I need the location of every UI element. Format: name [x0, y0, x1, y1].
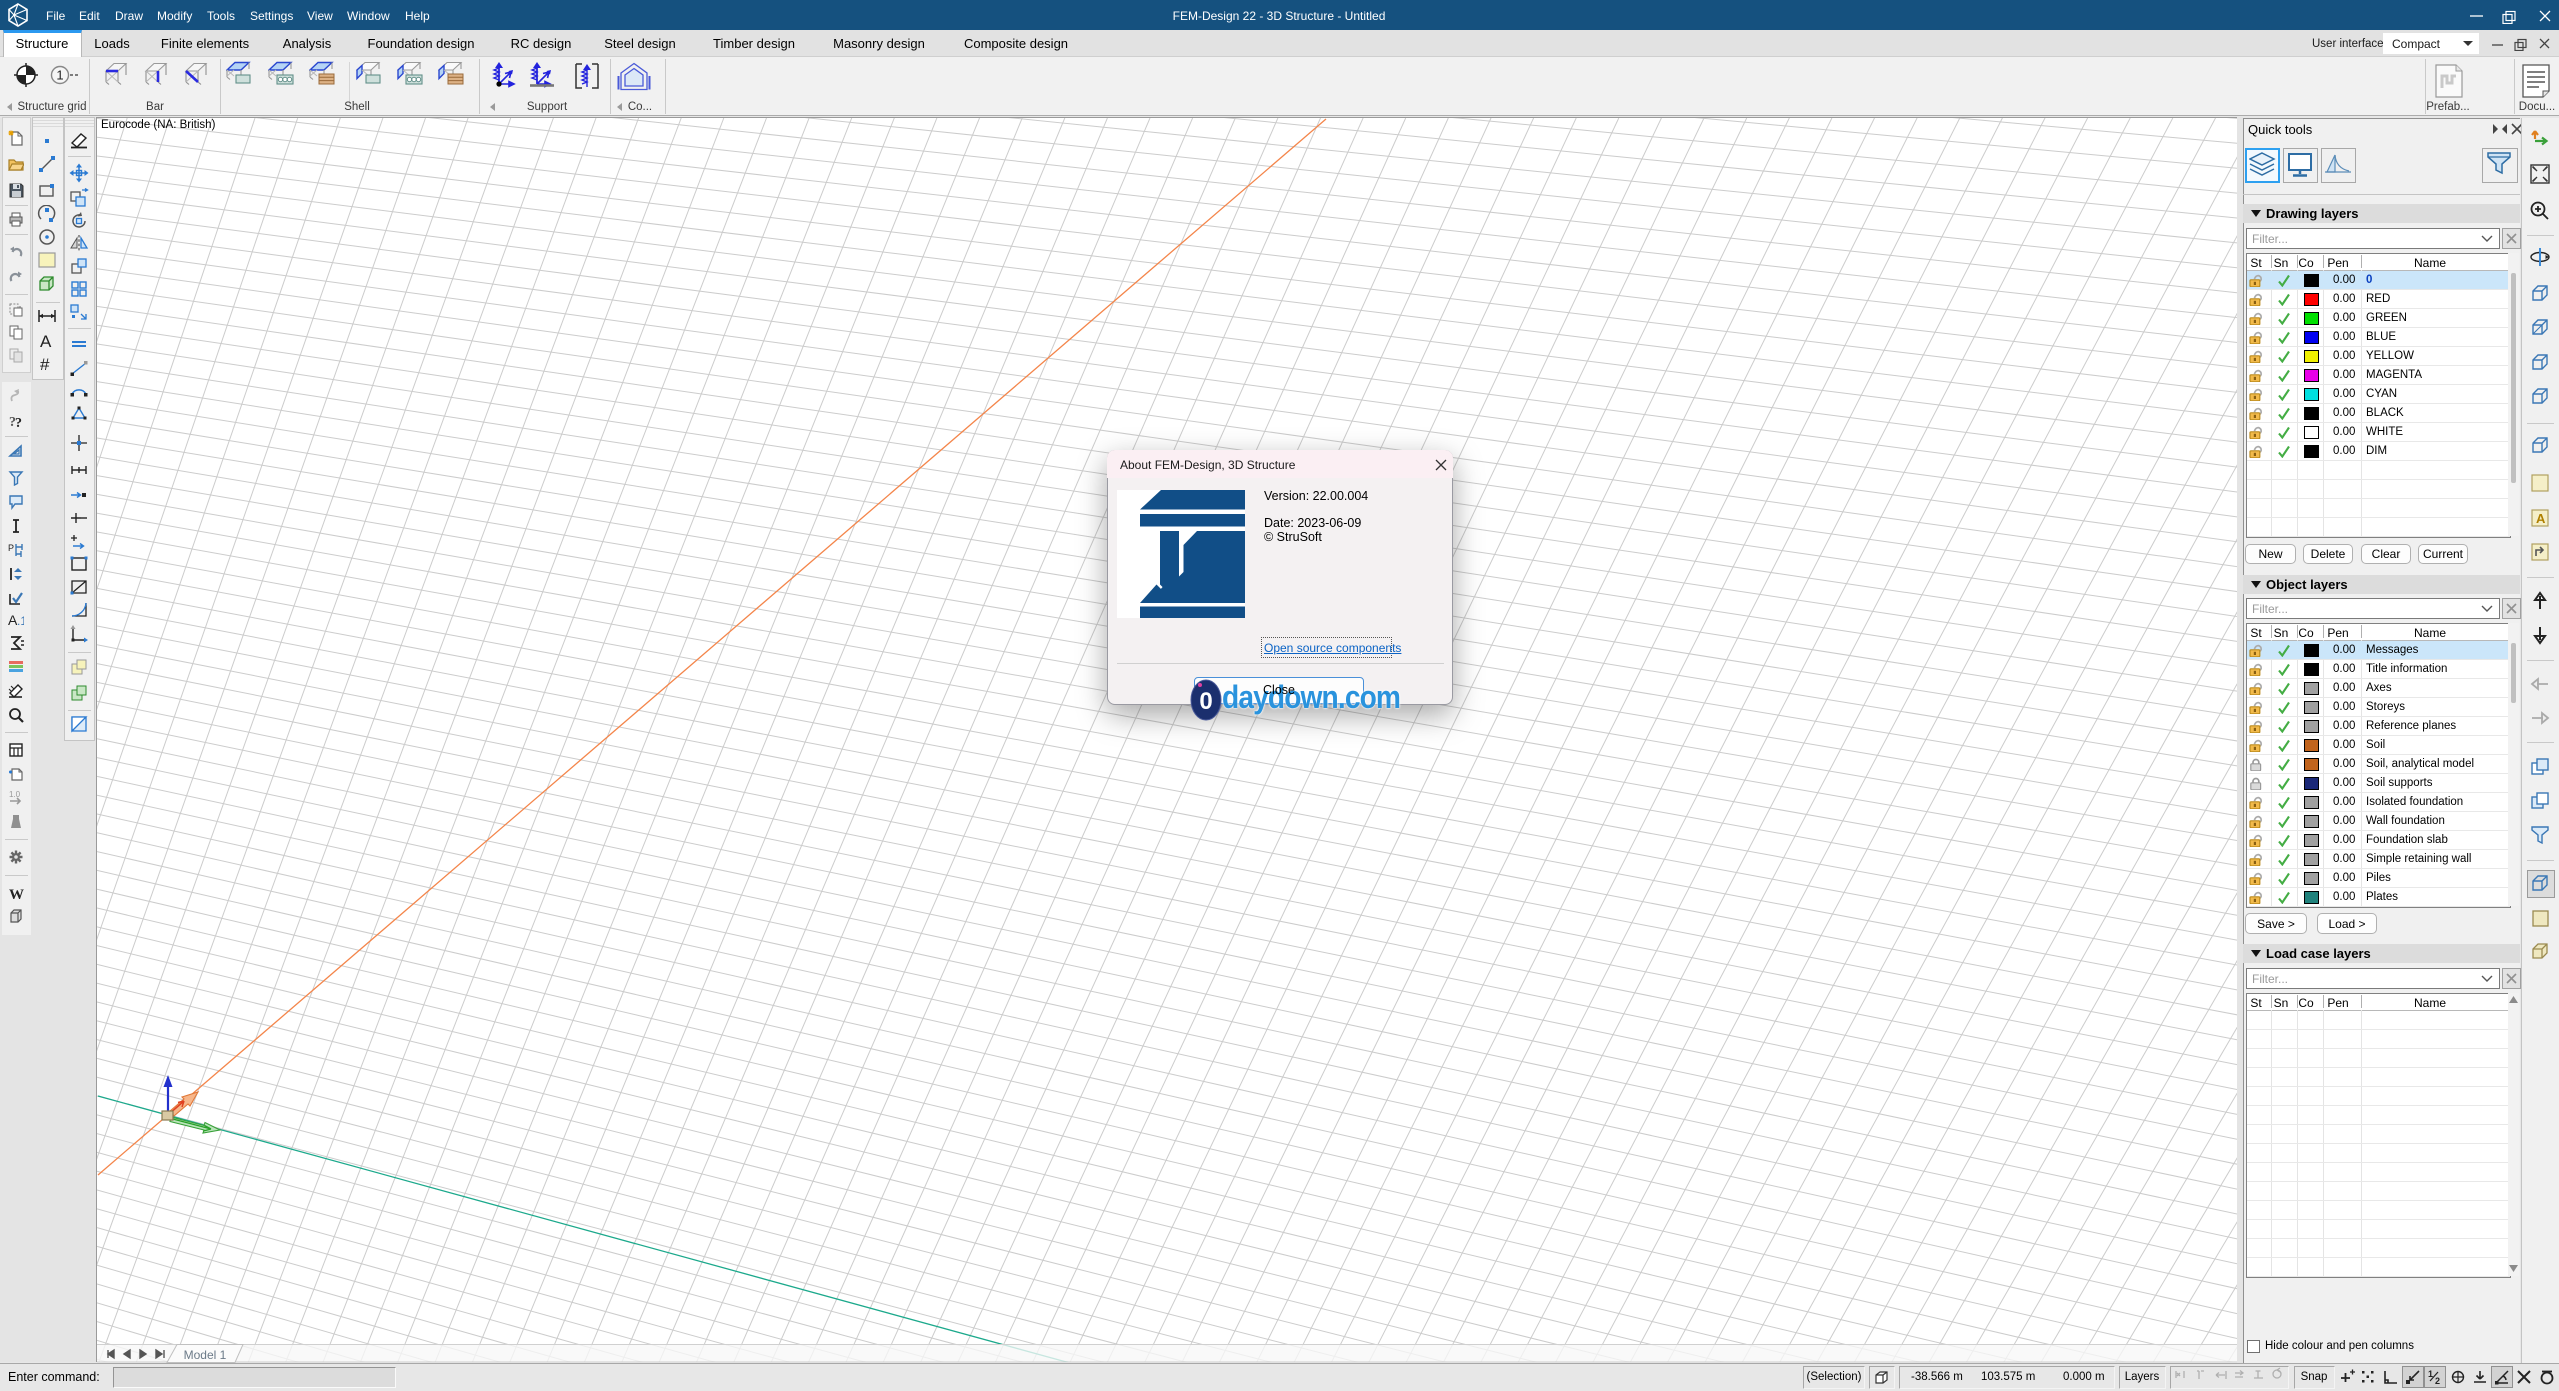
svg-text:A: A	[40, 332, 52, 351]
svg-text:1: 1	[56, 68, 63, 83]
svg-text:.1: .1	[17, 614, 24, 628]
svg-text:A: A	[2536, 511, 2546, 526]
svg-text:2: 2	[2435, 1376, 2440, 1386]
svg-text:1.0: 1.0	[9, 790, 21, 799]
svg-text:P: P	[8, 543, 14, 553]
svg-text:?: ?	[15, 416, 22, 429]
svg-text:1: 1	[2428, 1369, 2433, 1379]
svg-text:#: #	[40, 355, 50, 374]
svg-text:W: W	[9, 887, 24, 901]
